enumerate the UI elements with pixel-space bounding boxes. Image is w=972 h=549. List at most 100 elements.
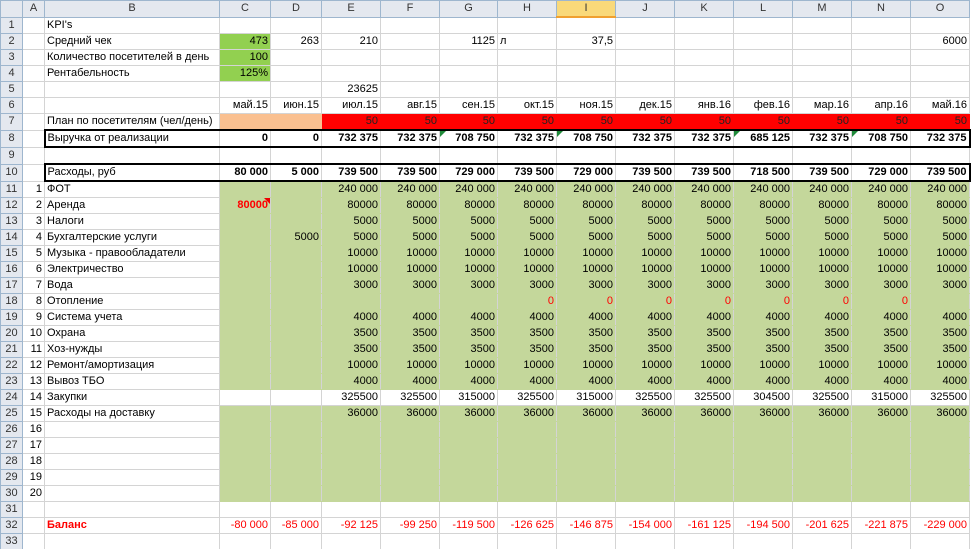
row-header[interactable]: 26 <box>0 421 23 438</box>
column-header-o[interactable]: O <box>910 0 970 18</box>
cell-i5[interactable] <box>556 81 616 98</box>
cell-m32[interactable]: -201 625 <box>792 517 852 534</box>
cell-l2[interactable] <box>733 33 793 50</box>
cell-a[interactable]: 6 <box>22 261 45 278</box>
cell-d10[interactable]: 5 000 <box>270 163 322 182</box>
cell-g12[interactable]: 80000 <box>439 197 498 214</box>
cell-k22[interactable]: 10000 <box>674 357 734 374</box>
cell-i8[interactable]: 708 750 <box>556 129 616 148</box>
cell-g3[interactable] <box>439 49 498 66</box>
cell-k9[interactable] <box>674 146 734 165</box>
column-header-n[interactable]: N <box>851 0 911 18</box>
column-header-j[interactable]: J <box>615 0 675 18</box>
row-header[interactable]: 23 <box>0 373 23 390</box>
cell-a[interactable] <box>22 81 45 98</box>
cell-b[interactable]: Вода <box>44 277 220 294</box>
cell-h32[interactable]: -126 625 <box>497 517 557 534</box>
cell-o14[interactable]: 5000 <box>910 229 970 246</box>
cell-n31[interactable] <box>851 501 911 518</box>
column-header-a[interactable]: A <box>22 0 45 18</box>
cell-f5[interactable] <box>380 81 440 98</box>
cell-b[interactable]: Налоги <box>44 213 220 230</box>
cell-i24[interactable]: 315000 <box>556 389 616 406</box>
cell-j24[interactable]: 325500 <box>615 389 675 406</box>
cell-i17[interactable]: 3000 <box>556 277 616 294</box>
cell-c22[interactable] <box>219 357 271 374</box>
row-header[interactable]: 12 <box>0 197 23 214</box>
cell-l27[interactable] <box>733 437 793 454</box>
cell-o22[interactable]: 10000 <box>910 357 970 374</box>
row-header[interactable]: 18 <box>0 293 23 310</box>
cell-n1[interactable] <box>851 16 911 34</box>
cell-o32[interactable]: -229 000 <box>910 517 970 534</box>
cell-n6[interactable]: апр.16 <box>851 97 911 114</box>
cell-l24[interactable]: 304500 <box>733 389 793 406</box>
cell-n4[interactable] <box>851 65 911 82</box>
cell-o19[interactable]: 4000 <box>910 309 970 326</box>
cell-j28[interactable] <box>615 453 675 470</box>
cell-c26[interactable] <box>219 421 271 438</box>
cell-e31[interactable] <box>321 501 381 518</box>
cell-k27[interactable] <box>674 437 734 454</box>
cell-g8[interactable]: 708 750 <box>439 129 498 148</box>
cell-k24[interactable]: 325500 <box>674 389 734 406</box>
cell-e26[interactable] <box>321 421 381 438</box>
cell-m4[interactable] <box>792 65 852 82</box>
cell-c32[interactable]: -80 000 <box>219 517 271 534</box>
cell-d23[interactable] <box>270 373 322 390</box>
cell-j13[interactable]: 5000 <box>615 213 675 230</box>
cell-f32[interactable]: -99 250 <box>380 517 440 534</box>
cell-d2[interactable]: 263 <box>270 33 322 50</box>
cell-o16[interactable]: 10000 <box>910 261 970 278</box>
column-header-c[interactable]: C <box>219 0 271 18</box>
column-header-e[interactable]: E <box>321 0 381 18</box>
cell-b[interactable]: Выручка от реализации <box>43 129 220 148</box>
cell-j12[interactable]: 80000 <box>615 197 675 214</box>
cell-e21[interactable]: 3500 <box>321 341 381 358</box>
cell-m7[interactable]: 50 <box>792 113 852 131</box>
cell-m11[interactable]: 240 000 <box>792 180 852 198</box>
cell-f20[interactable]: 3500 <box>380 325 440 342</box>
cell-o7[interactable]: 50 <box>910 113 970 131</box>
cell-f17[interactable]: 3000 <box>380 277 440 294</box>
cell-k21[interactable]: 3500 <box>674 341 734 358</box>
cell-i21[interactable]: 3500 <box>556 341 616 358</box>
cell-l1[interactable] <box>733 16 793 34</box>
cell-i12[interactable]: 80000 <box>556 197 616 214</box>
cell-h26[interactable] <box>497 421 557 438</box>
cell-i22[interactable]: 10000 <box>556 357 616 374</box>
cell-c4[interactable]: 125% <box>219 65 271 82</box>
cell-m10[interactable]: 739 500 <box>792 163 852 182</box>
cell-e16[interactable]: 10000 <box>321 261 381 278</box>
cell-f3[interactable] <box>380 49 440 66</box>
cell-l18[interactable]: 0 <box>733 293 793 310</box>
cell-g6[interactable]: сен.15 <box>439 97 498 114</box>
cell-m28[interactable] <box>792 453 852 470</box>
cell-j1[interactable] <box>615 16 675 34</box>
column-header-g[interactable]: G <box>439 0 498 18</box>
cell-d29[interactable] <box>270 469 322 486</box>
cell-h4[interactable] <box>497 65 557 82</box>
cell-g7[interactable]: 50 <box>439 113 498 131</box>
cell-c24[interactable] <box>219 389 271 406</box>
cell-k2[interactable] <box>674 33 734 50</box>
cell-e14[interactable]: 5000 <box>321 229 381 246</box>
cell-g1[interactable] <box>439 16 498 34</box>
cell-g29[interactable] <box>439 469 498 486</box>
cell-j26[interactable] <box>615 421 675 438</box>
cell-o18[interactable] <box>910 293 970 310</box>
cell-g23[interactable]: 4000 <box>439 373 498 390</box>
cell-o15[interactable]: 10000 <box>910 245 970 262</box>
cell-f29[interactable] <box>380 469 440 486</box>
cell-i30[interactable] <box>556 485 616 502</box>
cell-e2[interactable]: 210 <box>321 33 381 50</box>
cell-d19[interactable] <box>270 309 322 326</box>
cell-k28[interactable] <box>674 453 734 470</box>
cell-f23[interactable]: 4000 <box>380 373 440 390</box>
cell-j15[interactable]: 10000 <box>615 245 675 262</box>
cell-e12[interactable]: 80000 <box>321 197 381 214</box>
cell-h24[interactable]: 325500 <box>497 389 557 406</box>
cell-f1[interactable] <box>380 16 440 34</box>
cell-j19[interactable]: 4000 <box>615 309 675 326</box>
cell-a[interactable]: 16 <box>22 421 45 438</box>
